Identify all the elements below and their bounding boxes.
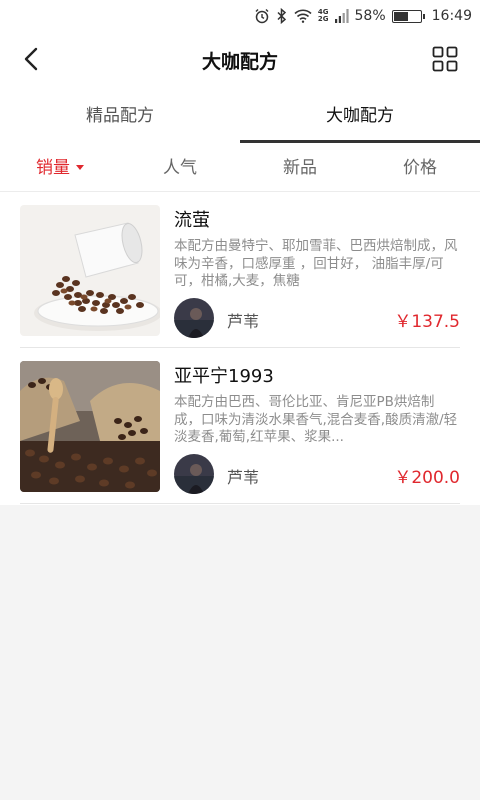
recipe-name: 流萤 <box>174 210 210 231</box>
recipe-price: ￥200.0 <box>394 468 460 488</box>
signal-icon <box>334 9 349 23</box>
recipe-tabs: 精品配方 大咖配方 <box>0 88 480 144</box>
author-avatar <box>174 454 214 494</box>
coffee-sack-spoon-image <box>20 361 160 492</box>
battery-percent: 58% <box>354 8 386 24</box>
sort-sales-label: 销量 <box>36 158 70 178</box>
coffee-cup-beans-image <box>20 205 160 336</box>
sort-bar: 销量 人气 新品 价格 <box>0 144 480 192</box>
network-type: 4G 2G <box>317 8 329 23</box>
recipe-description: 本配方由曼特宁、耶加雪菲、巴西烘焙制成，风味为辛香，口感厚重 ，回甘好， 油脂丰… <box>174 238 458 289</box>
page-title: 大咖配方 <box>201 51 278 73</box>
author-name: 芦苇 <box>227 312 260 331</box>
alarm-icon <box>255 9 269 24</box>
status-bar: 4G 2G 58% 16:49 <box>0 0 480 32</box>
author-avatar <box>174 298 214 338</box>
sort-sales[interactable]: 销量 <box>0 144 120 191</box>
sort-price[interactable]: 价格 <box>360 144 480 191</box>
recipe-item[interactable]: 流萤 本配方由曼特宁、耶加雪菲、巴西烘焙制成，风味为辛香，口感厚重 ，回甘好， … <box>20 192 460 348</box>
sort-popularity[interactable]: 人气 <box>120 144 240 191</box>
tab-master-recipes[interactable]: 大咖配方 <box>240 88 480 144</box>
clock: 16:49 <box>431 8 472 24</box>
tab-premium-recipes[interactable]: 精品配方 <box>0 88 240 144</box>
sort-new[interactable]: 新品 <box>240 144 360 191</box>
recipe-description: 本配方由巴西、哥伦比亚、肯尼亚PB烘焙制成，口味为清淡水果香气,混合麦香,酸质清… <box>174 394 458 445</box>
grid-view-icon[interactable] <box>432 46 458 72</box>
bluetooth-icon <box>277 8 286 24</box>
recipe-name: 亚平宁1993 <box>174 366 274 387</box>
wifi-icon <box>294 9 312 23</box>
recipe-item[interactable]: 亚平宁1993 本配方由巴西、哥伦比亚、肯尼亚PB烘焙制成，口味为清淡水果香气,… <box>20 348 460 504</box>
app-header: 大咖配方 <box>0 32 480 88</box>
author-name: 芦苇 <box>227 468 260 487</box>
recipe-price: ￥137.5 <box>394 312 460 332</box>
caret-down-icon <box>76 164 84 170</box>
recipe-list: 流萤 本配方由曼特宁、耶加雪菲、巴西烘焙制成，风味为辛香，口感厚重 ，回甘好， … <box>0 192 480 505</box>
battery-icon <box>391 9 425 23</box>
